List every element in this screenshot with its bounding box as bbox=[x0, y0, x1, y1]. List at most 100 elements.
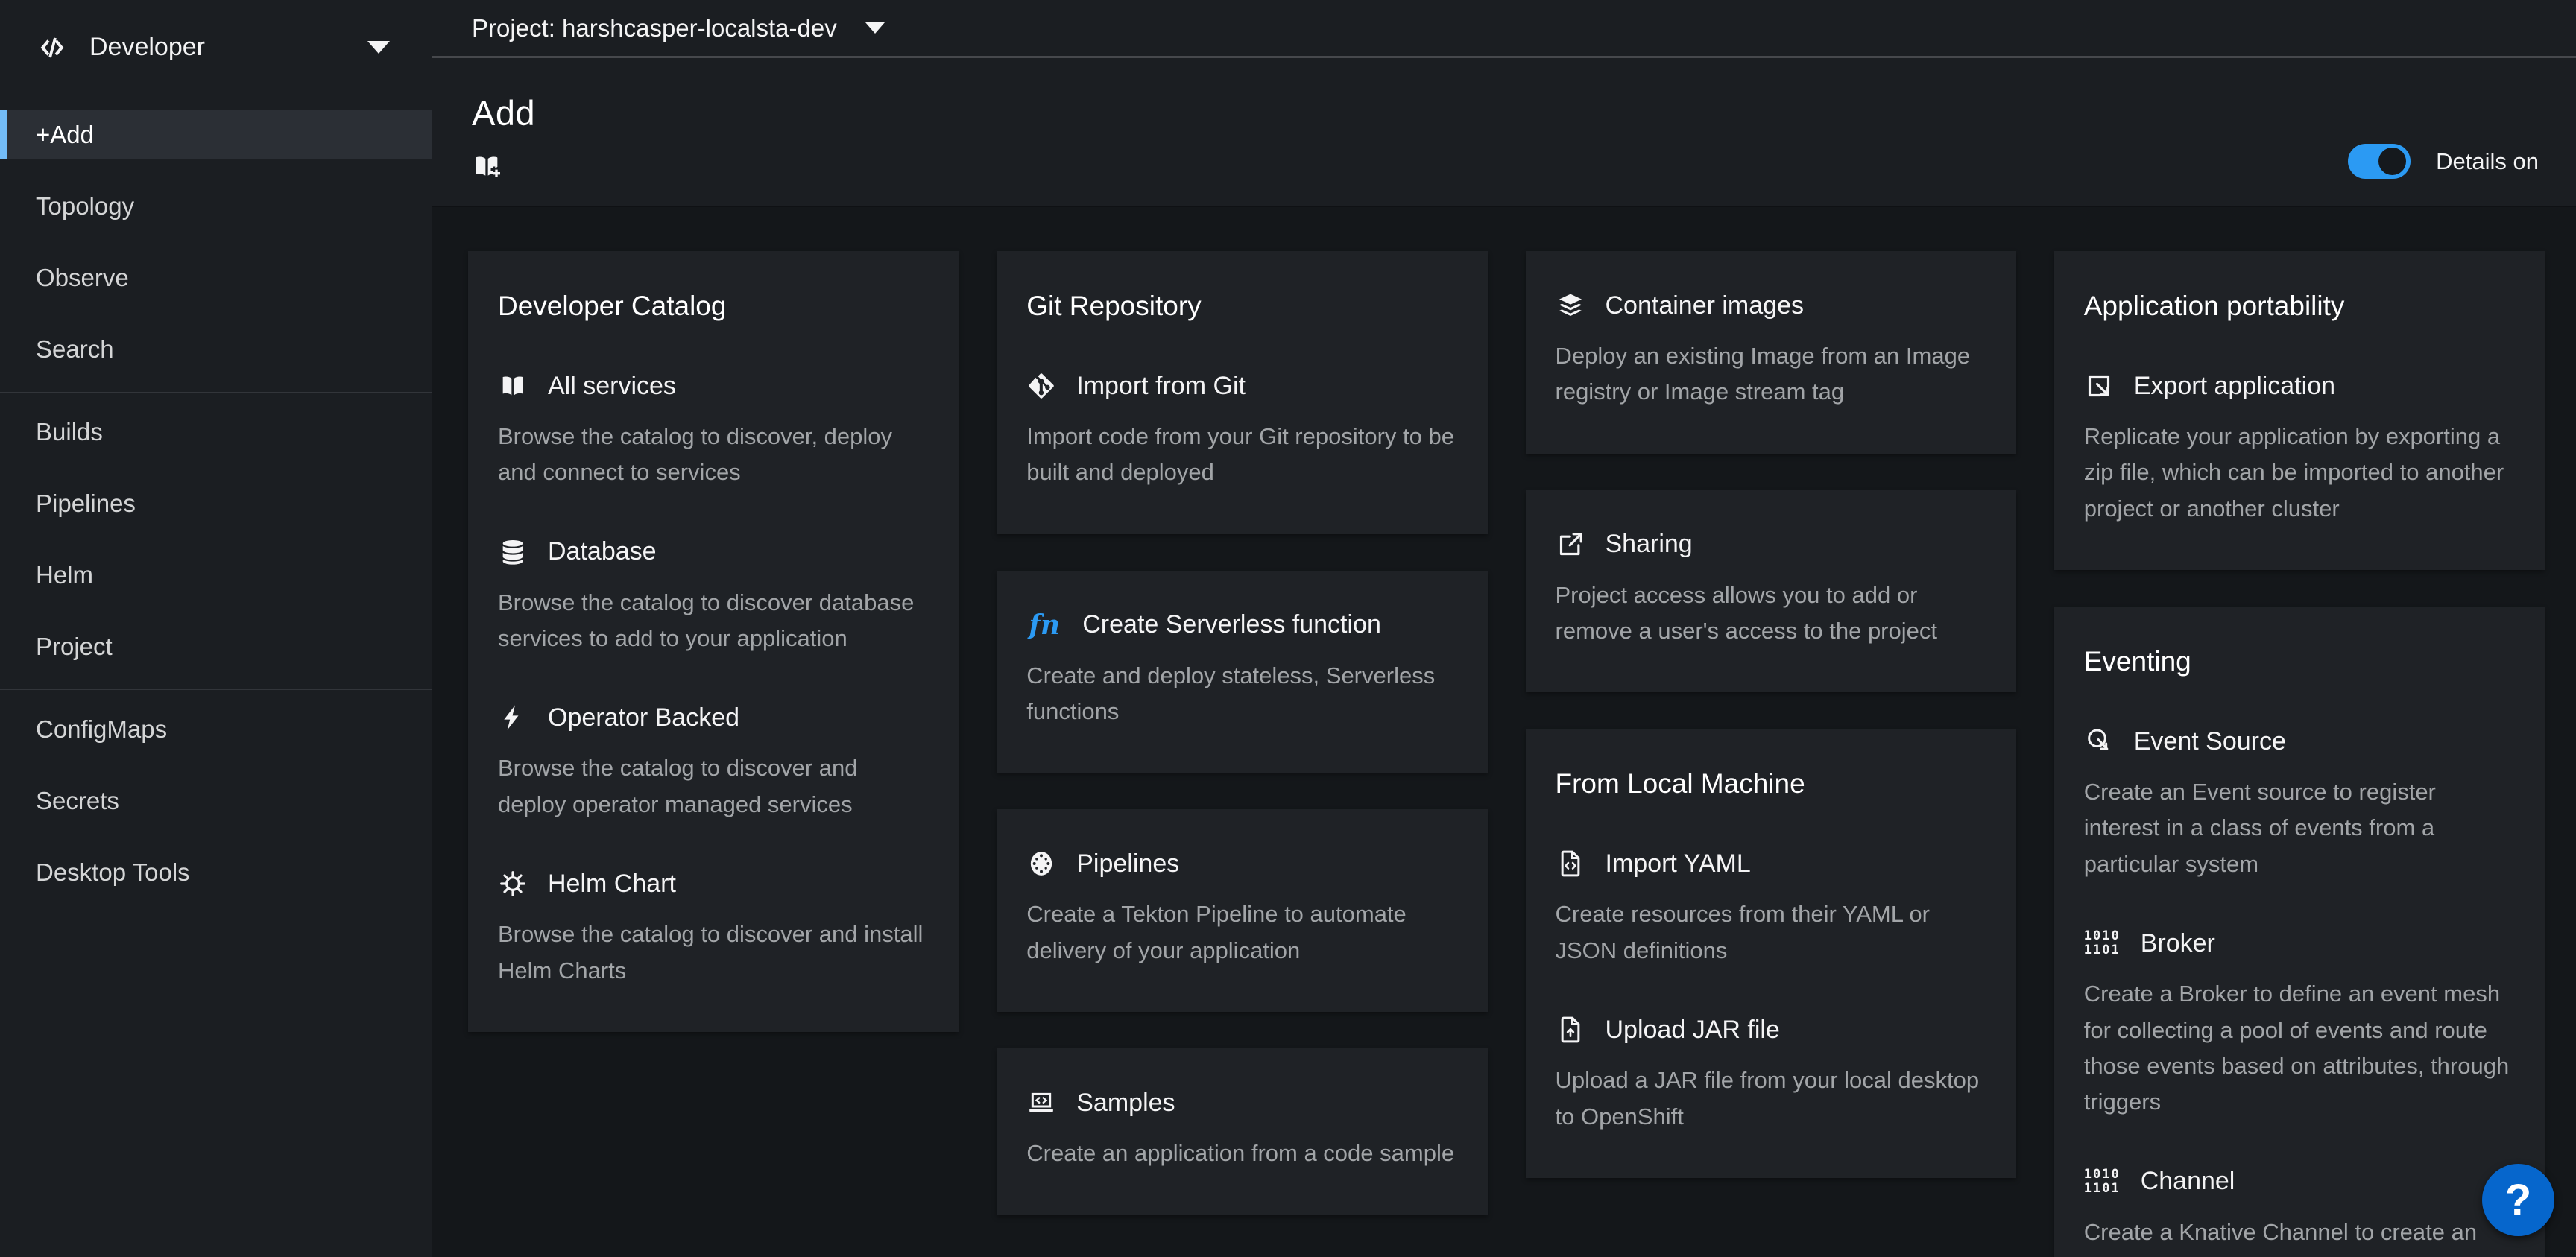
item-description: Create and deploy stateless, Serverless … bbox=[1026, 658, 1457, 730]
column-3: Container images Deploy an existing Imag… bbox=[1526, 251, 2016, 1178]
sidebar-item-pipelines[interactable]: Pipelines bbox=[0, 478, 432, 528]
project-dropdown-label: Project: harshcasper-localsta-dev bbox=[472, 14, 837, 42]
sidebar-item-search[interactable]: Search bbox=[0, 324, 432, 374]
add-item-pipelines[interactable]: Pipelines Create a Tekton Pipeline to au… bbox=[1026, 849, 1457, 969]
sidebar-item-observe[interactable]: Observe bbox=[0, 253, 432, 303]
openshift-console: Developer +Add Topology Observe Search B… bbox=[0, 0, 2576, 1257]
card-developer-catalog[interactable]: Developer Catalog All services Browse th… bbox=[468, 251, 959, 1032]
add-item-samples[interactable]: Samples Create an application from a cod… bbox=[1026, 1088, 1457, 1171]
item-label[interactable]: Database bbox=[548, 537, 657, 566]
add-item-create-serverless-function[interactable]: fn Create Serverless function Create and… bbox=[1026, 610, 1457, 730]
item-label[interactable]: Channel bbox=[2141, 1167, 2235, 1196]
item-description: Create a Tekton Pipeline to automate del… bbox=[1026, 896, 1457, 969]
card-title: Developer Catalog bbox=[498, 291, 929, 322]
item-label[interactable]: Export application bbox=[2134, 372, 2335, 401]
file-code-icon bbox=[1556, 849, 1585, 878]
layers-icon bbox=[1556, 291, 1585, 320]
details-toggle[interactable] bbox=[2348, 144, 2411, 179]
page-header: Add Details on bbox=[432, 58, 2576, 207]
export-icon bbox=[2084, 371, 2114, 401]
item-description: Create an Event source to register inter… bbox=[2084, 774, 2515, 882]
card-eventing[interactable]: Eventing Event Source Create an Event so… bbox=[2054, 607, 2545, 1257]
item-description: Upload a JAR file from your local deskto… bbox=[1556, 1063, 1986, 1135]
sidebar-item-helm[interactable]: Helm bbox=[0, 550, 432, 600]
card-sharing[interactable]: Sharing Project access allows you to add… bbox=[1526, 490, 2016, 693]
item-label[interactable]: Operator Backed bbox=[548, 703, 739, 732]
laptop-code-icon bbox=[1026, 1088, 1056, 1118]
item-label[interactable]: Import YAML bbox=[1606, 849, 1751, 878]
help-button[interactable]: ? bbox=[2482, 1164, 2554, 1236]
item-description: Project access allows you to add or remo… bbox=[1556, 577, 1986, 650]
toggle-knob bbox=[2378, 148, 2406, 175]
card-git-repository[interactable]: Git Repository Import from Git Import co… bbox=[997, 251, 1487, 534]
item-label[interactable]: Sharing bbox=[1606, 530, 1693, 559]
item-description: Create a Knative Channel to create an ev… bbox=[2084, 1215, 2515, 1257]
item-description: Browse the catalog to discover and insta… bbox=[498, 916, 929, 989]
project-dropdown[interactable]: Project: harshcasper-localsta-dev bbox=[472, 14, 885, 42]
card-application-portability[interactable]: Application portability Export applicati… bbox=[2054, 251, 2545, 570]
project-bar: Project: harshcasper-localsta-dev bbox=[432, 0, 2576, 58]
sidebar-item-builds[interactable]: Builds bbox=[0, 407, 432, 457]
column-2: Git Repository Import from Git Import co… bbox=[997, 251, 1487, 1215]
card-from-local-machine[interactable]: From Local Machine Import YAML Create re… bbox=[1526, 729, 2016, 1177]
add-item-operator-backed[interactable]: Operator Backed Browse the catalog to di… bbox=[498, 703, 929, 823]
file-upload-icon bbox=[1556, 1015, 1585, 1045]
card-title: Git Repository bbox=[1026, 291, 1457, 322]
item-description: Browse the catalog to discover, deploy a… bbox=[498, 419, 929, 491]
add-item-import-from-git[interactable]: Import from Git Import code from your Gi… bbox=[1026, 371, 1457, 491]
add-item-event-source[interactable]: Event Source Create an Event source to r… bbox=[2084, 726, 2515, 882]
item-description: Replicate your application by exporting … bbox=[2084, 419, 2515, 527]
card-pipelines[interactable]: Pipelines Create a Tekton Pipeline to au… bbox=[997, 809, 1487, 1012]
chevron-down-icon bbox=[865, 22, 885, 34]
card-serverless-function[interactable]: fn Create Serverless function Create and… bbox=[997, 571, 1487, 773]
add-item-database[interactable]: Database Browse the catalog to discover … bbox=[498, 537, 929, 657]
item-label[interactable]: Broker bbox=[2141, 929, 2215, 958]
item-label[interactable]: Upload JAR file bbox=[1606, 1016, 1780, 1045]
book-plus-icon[interactable] bbox=[472, 151, 502, 181]
perspective-label: Developer bbox=[89, 33, 205, 62]
add-item-sharing[interactable]: Sharing Project access allows you to add… bbox=[1556, 530, 1986, 650]
card-samples[interactable]: Samples Create an application from a cod… bbox=[997, 1048, 1487, 1215]
add-item-import-yaml[interactable]: Import YAML Create resources from their … bbox=[1556, 849, 1986, 969]
item-label[interactable]: Import from Git bbox=[1076, 372, 1246, 401]
share-icon bbox=[1556, 530, 1585, 560]
page-title: Add bbox=[472, 92, 2539, 133]
card-title: From Local Machine bbox=[1556, 768, 1986, 800]
item-description: Create resources from their YAML or JSON… bbox=[1556, 896, 1986, 969]
column-1: Developer Catalog All services Browse th… bbox=[468, 251, 959, 1032]
add-item-all-services[interactable]: All services Browse the catalog to disco… bbox=[498, 371, 929, 491]
item-label[interactable]: Container images bbox=[1606, 291, 1804, 320]
item-label[interactable]: Create Serverless function bbox=[1082, 610, 1381, 639]
add-item-upload-jar-file[interactable]: Upload JAR file Upload a JAR file from y… bbox=[1556, 1015, 1986, 1135]
column-4: Application portability Export applicati… bbox=[2054, 251, 2545, 1257]
function-icon: fn bbox=[1026, 610, 1062, 640]
card-container-images[interactable]: Container images Deploy an existing Imag… bbox=[1526, 251, 2016, 454]
add-item-export-application[interactable]: Export application Replicate your applic… bbox=[2084, 371, 2515, 527]
item-description: Browse the catalog to discover and deplo… bbox=[498, 750, 929, 823]
tekton-icon bbox=[1026, 849, 1056, 878]
card-title: Eventing bbox=[2084, 646, 2515, 677]
add-item-broker[interactable]: 1010 1101 Broker Create a Broker to defi… bbox=[2084, 928, 2515, 1120]
binary-icon: 1010 1101 bbox=[2084, 1167, 2121, 1197]
perspective-switcher[interactable]: Developer bbox=[0, 0, 432, 95]
item-label[interactable]: Helm Chart bbox=[548, 870, 676, 899]
item-label[interactable]: Event Source bbox=[2134, 727, 2286, 756]
sidebar-item-secrets[interactable]: Secrets bbox=[0, 776, 432, 826]
sidebar-item-topology[interactable]: Topology bbox=[0, 181, 432, 231]
helm-icon bbox=[498, 869, 528, 899]
card-columns: Developer Catalog All services Browse th… bbox=[468, 251, 2545, 1257]
item-description: Deploy an existing Image from an Image r… bbox=[1556, 338, 1986, 411]
database-icon bbox=[498, 537, 528, 567]
item-label[interactable]: All services bbox=[548, 372, 676, 401]
item-label[interactable]: Samples bbox=[1076, 1089, 1175, 1118]
sidebar-item-project[interactable]: Project bbox=[0, 621, 432, 671]
add-item-helm-chart[interactable]: Helm Chart Browse the catalog to discove… bbox=[498, 869, 929, 989]
sidebar-item-desktop-tools[interactable]: Desktop Tools bbox=[0, 847, 432, 897]
item-description: Import code from your Git repository to … bbox=[1026, 419, 1457, 491]
item-label[interactable]: Pipelines bbox=[1076, 849, 1179, 878]
sidebar-item-configmaps[interactable]: ConfigMaps bbox=[0, 704, 432, 754]
add-item-channel[interactable]: 1010 1101 Channel Create a Knative Chann… bbox=[2084, 1167, 2515, 1257]
nav-group-config: ConfigMaps Secrets Desktop Tools bbox=[0, 689, 432, 915]
add-item-container-images[interactable]: Container images Deploy an existing Imag… bbox=[1556, 291, 1986, 411]
sidebar-item-add[interactable]: +Add bbox=[0, 110, 432, 159]
